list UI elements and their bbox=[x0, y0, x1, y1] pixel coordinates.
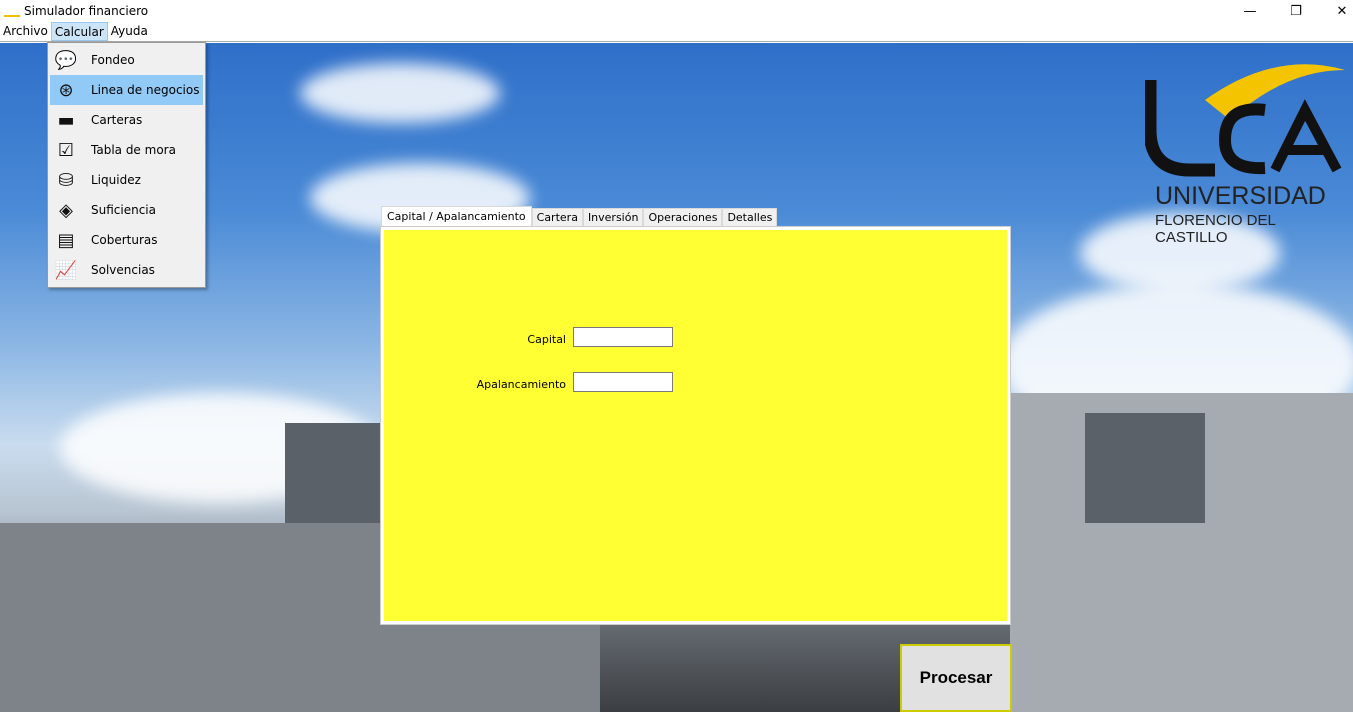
menu-item-liquidez[interactable]: ⛁ Liquidez bbox=[50, 165, 203, 195]
logo-line1: UNIVERSIDAD bbox=[1155, 182, 1326, 210]
calcular-dropdown: 💬 Fondeo ⊛ Linea de negocios ▬ Carteras ☑ Ta… bbox=[47, 42, 206, 288]
tab-cartera[interactable]: Cartera bbox=[531, 208, 583, 227]
dollar-search-icon: ⊛ bbox=[58, 79, 74, 101]
menu-item-fondeo[interactable]: 💬 Fondeo bbox=[50, 45, 203, 75]
tab-strip: Capital / Apalancamiento Cartera Inversi… bbox=[381, 206, 778, 227]
chart-icon: 📈 bbox=[54, 259, 78, 281]
menu-item-solvencias[interactable]: 📈 Solvencias bbox=[50, 255, 203, 285]
minimize-button[interactable]: — bbox=[1227, 0, 1273, 22]
menu-item-suficiencia[interactable]: ◈ Suficiencia bbox=[50, 195, 203, 225]
restore-button[interactable]: ❐ bbox=[1273, 0, 1319, 22]
menu-item-carteras[interactable]: ▬ Carteras bbox=[50, 105, 203, 135]
capital-input[interactable] bbox=[573, 327, 673, 347]
uca-icon bbox=[4, 5, 20, 17]
close-button[interactable]: ✕ bbox=[1319, 0, 1353, 22]
form-area: Capital Apalancamiento bbox=[384, 230, 1007, 621]
logo-line2: FLORENCIO DEL CASTILLO bbox=[1155, 212, 1276, 246]
menu-archivo[interactable]: Archivo bbox=[0, 22, 51, 41]
tab-inversion[interactable]: Inversión bbox=[582, 208, 644, 227]
tab-detalles[interactable]: Detalles bbox=[722, 208, 778, 227]
menu-item-tabla-de-mora[interactable]: ☑ Tabla de mora bbox=[50, 135, 203, 165]
uca-logo: UNIVERSIDAD FLORENCIO DEL CASTILLO bbox=[1143, 60, 1350, 246]
title-bar: Simulador financiero — ❐ ✕ bbox=[0, 0, 1353, 22]
tab-panel: Capital Apalancamiento bbox=[380, 226, 1011, 625]
tab-operaciones[interactable]: Operaciones bbox=[643, 208, 723, 227]
tab-capital-apalancamiento[interactable]: Capital / Apalancamiento bbox=[381, 206, 532, 227]
menu-bar: Archivo Calcular Ayuda bbox=[0, 22, 1353, 42]
menu-item-coberturas[interactable]: ▤ Coberturas bbox=[50, 225, 203, 255]
menu-calcular[interactable]: Calcular bbox=[50, 22, 108, 41]
apalancamiento-label: Apalancamiento bbox=[476, 378, 566, 391]
percent-tag-icon: ◈ bbox=[59, 199, 73, 221]
money-chat-icon: 💬 bbox=[54, 49, 78, 71]
apalancamiento-input[interactable] bbox=[573, 372, 673, 392]
document-dollar-icon: ▤ bbox=[57, 229, 75, 251]
banknotes-icon: ▬ bbox=[57, 109, 75, 131]
menu-item-linea-de-negocios[interactable]: ⊛ Linea de negocios bbox=[50, 75, 203, 105]
capital-label: Capital bbox=[527, 333, 566, 346]
checklist-icon: ☑ bbox=[57, 139, 75, 161]
procesar-button[interactable]: Procesar bbox=[900, 644, 1012, 712]
window-title: Simulador financiero bbox=[24, 4, 149, 18]
menu-ayuda[interactable]: Ayuda bbox=[108, 22, 151, 41]
coins-icon: ⛁ bbox=[58, 169, 74, 191]
